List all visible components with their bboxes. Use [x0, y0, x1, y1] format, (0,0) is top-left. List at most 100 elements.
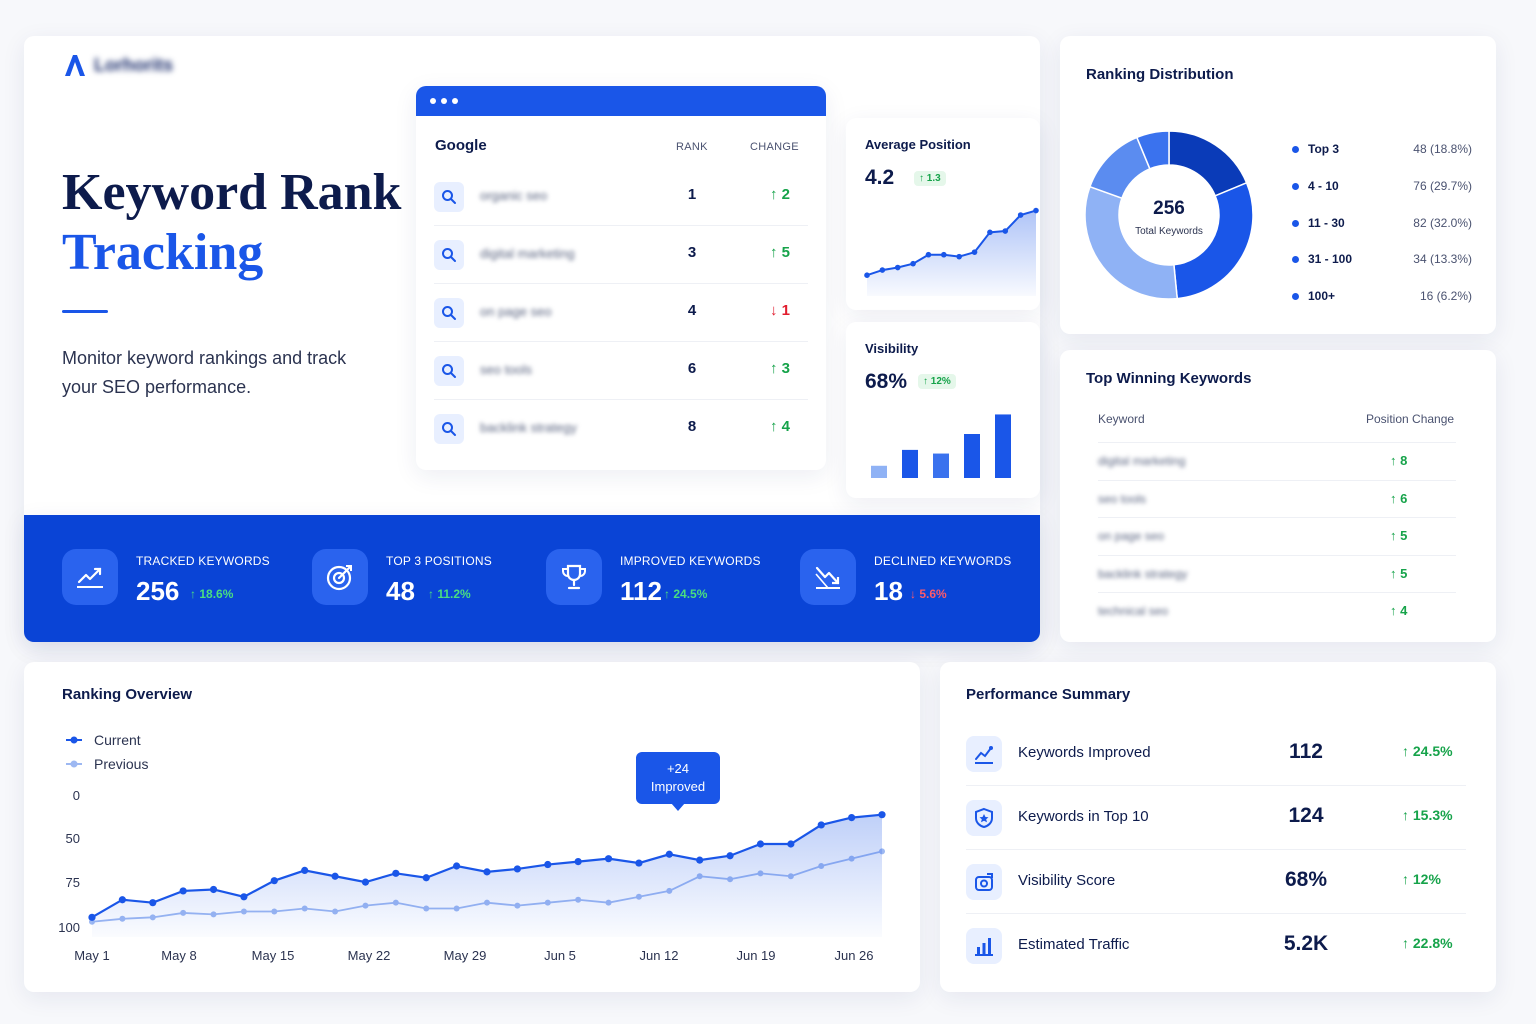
stat-change-value: 24.5%	[673, 587, 708, 601]
visibility-bar	[933, 453, 949, 478]
position-change: ↑ 8	[1390, 453, 1408, 468]
stat-change: ↑ 11.2%	[428, 587, 471, 601]
improve-chart-icon	[966, 736, 1002, 772]
change-column-header: CHANGE	[750, 141, 799, 153]
performance-label: Estimated Traffic	[1018, 936, 1130, 953]
performance-row-improved: Keywords Improved 112 ↑ 24.5%	[966, 722, 1466, 786]
keyword-rank-row[interactable]: backlink strategy 8 ↑ 4	[434, 400, 808, 458]
series-point	[483, 868, 491, 876]
performance-change: ↑ 15.3%	[1402, 807, 1453, 823]
sparkline-point	[987, 229, 993, 236]
x-tick-label: Jun 19	[736, 948, 775, 963]
visibility-bar	[871, 465, 887, 478]
sparkline-point	[894, 264, 901, 271]
legend-label: 4 - 10	[1308, 178, 1339, 193]
series-point	[240, 893, 248, 901]
legend-label: 11 - 30	[1308, 215, 1345, 230]
top-winning-keywords-card: Top Winning Keywords Keyword Position Ch…	[1060, 350, 1496, 642]
rank-value: 3	[687, 244, 697, 261]
average-position-card: Average Position 4.2 ↑ 1.3	[846, 118, 1040, 310]
search-icon	[434, 298, 464, 328]
window-titlebar	[416, 86, 826, 116]
logo-icon	[65, 55, 85, 76]
average-position-title: Average Position	[865, 137, 971, 152]
sparkline-point	[956, 253, 962, 260]
series-point	[544, 860, 552, 869]
keyword-rank-row[interactable]: organic seo 1 ↑ 2	[434, 168, 808, 226]
current-series-area	[92, 814, 882, 937]
rank-change-value: 5	[781, 244, 791, 261]
trophy-icon	[546, 549, 602, 605]
winning-keyword-row[interactable]: on page seo ↑ 5	[1098, 517, 1456, 554]
ranking-overview-line-chart: 0 50 75 100 May 1 May 8 May 15 May 22 May 29 Jun …	[58, 788, 886, 963]
legend-value: 76 (29.7%)	[1413, 178, 1472, 193]
logo-wordmark: Lorhorits	[94, 54, 173, 75]
series-point	[878, 811, 886, 819]
rank-change: ↑ 5	[770, 244, 791, 261]
search-icon	[434, 414, 464, 444]
average-position-value: 4.2	[865, 166, 895, 189]
performance-change: ↑ 22.8%	[1402, 935, 1453, 951]
stat-change: ↓ 5.6%	[910, 587, 947, 601]
x-tick-label: May 29	[444, 948, 487, 963]
rank-change: ↓ 1	[770, 302, 791, 319]
shield-icon	[966, 800, 1002, 836]
series-point	[726, 852, 734, 860]
visibility-value: 68%	[865, 370, 908, 393]
position-change: ↑ 5	[1390, 565, 1408, 581]
keyword-column-header: Keyword	[1098, 412, 1145, 426]
sparkline-point	[941, 251, 947, 258]
x-tick-label: Jun 5	[544, 948, 576, 963]
visibility-change: ↑ 12%	[918, 374, 956, 389]
rank-change-value: 4	[781, 418, 791, 435]
series-point	[331, 872, 339, 880]
winning-keyword-row[interactable]: seo tools ↑ 6	[1098, 479, 1456, 517]
ranking-distribution-card: Ranking Distribution 256 Total Keywords …	[1060, 36, 1496, 334]
winning-keyword-row[interactable]: backlink strategy ↑ 5	[1098, 554, 1456, 592]
sparkline-point	[971, 249, 978, 255]
keyword-rank-row[interactable]: on page seo 4 ↓ 1	[434, 284, 808, 342]
series-point	[604, 855, 613, 863]
position-change-column-header: Position Change	[1366, 412, 1455, 426]
performance-change: ↑ 24.5%	[1402, 743, 1453, 759]
series-point	[665, 850, 673, 858]
line-chart-icon	[62, 549, 118, 605]
stat-label: TRACKED KEYWORDS	[136, 554, 270, 568]
visibility-bar	[964, 434, 980, 478]
series-point	[118, 896, 126, 904]
series-point	[270, 877, 278, 885]
stat-change-value: 11.2%	[437, 587, 471, 601]
sparkline-area	[867, 210, 1036, 296]
x-tick-label: May 8	[161, 948, 196, 963]
series-point	[149, 899, 157, 907]
legend-value: 48 (18.8%)	[1413, 142, 1472, 156]
keyword-rank-row[interactable]: digital marketing 3 ↑ 5	[434, 226, 808, 284]
keyword-text: on page seo	[480, 304, 552, 319]
position-change-value: 4	[1400, 603, 1408, 618]
x-tick-label: May 22	[348, 948, 391, 963]
series-point	[453, 862, 461, 870]
sparkline-point	[925, 251, 932, 258]
rank-change-value: 1	[781, 302, 791, 319]
performance-change: ↑ 12%	[1402, 871, 1441, 887]
legend-current-marker-icon	[66, 736, 82, 744]
distribution-donut-chart	[1084, 130, 1254, 300]
search-icon	[434, 182, 464, 212]
keyword-rank-row[interactable]: seo tools 6 ↑ 3	[434, 342, 808, 400]
position-change: ↑ 4	[1390, 603, 1408, 618]
stat-change-value: 18.6%	[199, 587, 234, 601]
hero-title-line1: Keyword Rank	[62, 164, 402, 221]
winning-keyword-row[interactable]: technical seo ↑ 4	[1098, 592, 1456, 629]
declining-chart-icon	[800, 549, 856, 605]
sparkline-point	[879, 267, 886, 273]
series-point	[88, 913, 96, 921]
performance-row-top10: Keywords in Top 10 124 ↑ 15.3%	[966, 786, 1466, 850]
series-point	[635, 859, 643, 867]
legend-value: 82 (32.0%)	[1413, 215, 1472, 230]
rank-value: 1	[687, 186, 697, 203]
winning-keyword-row[interactable]: digital marketing ↑ 8	[1098, 442, 1456, 479]
improvement-callout: +24 Improved	[636, 752, 720, 804]
performance-summary-card: Performance Summary Keywords Improved 11…	[940, 662, 1496, 992]
keyword-text: backlink strategy	[480, 420, 577, 435]
legend-value: 34 (13.3%)	[1413, 252, 1472, 267]
